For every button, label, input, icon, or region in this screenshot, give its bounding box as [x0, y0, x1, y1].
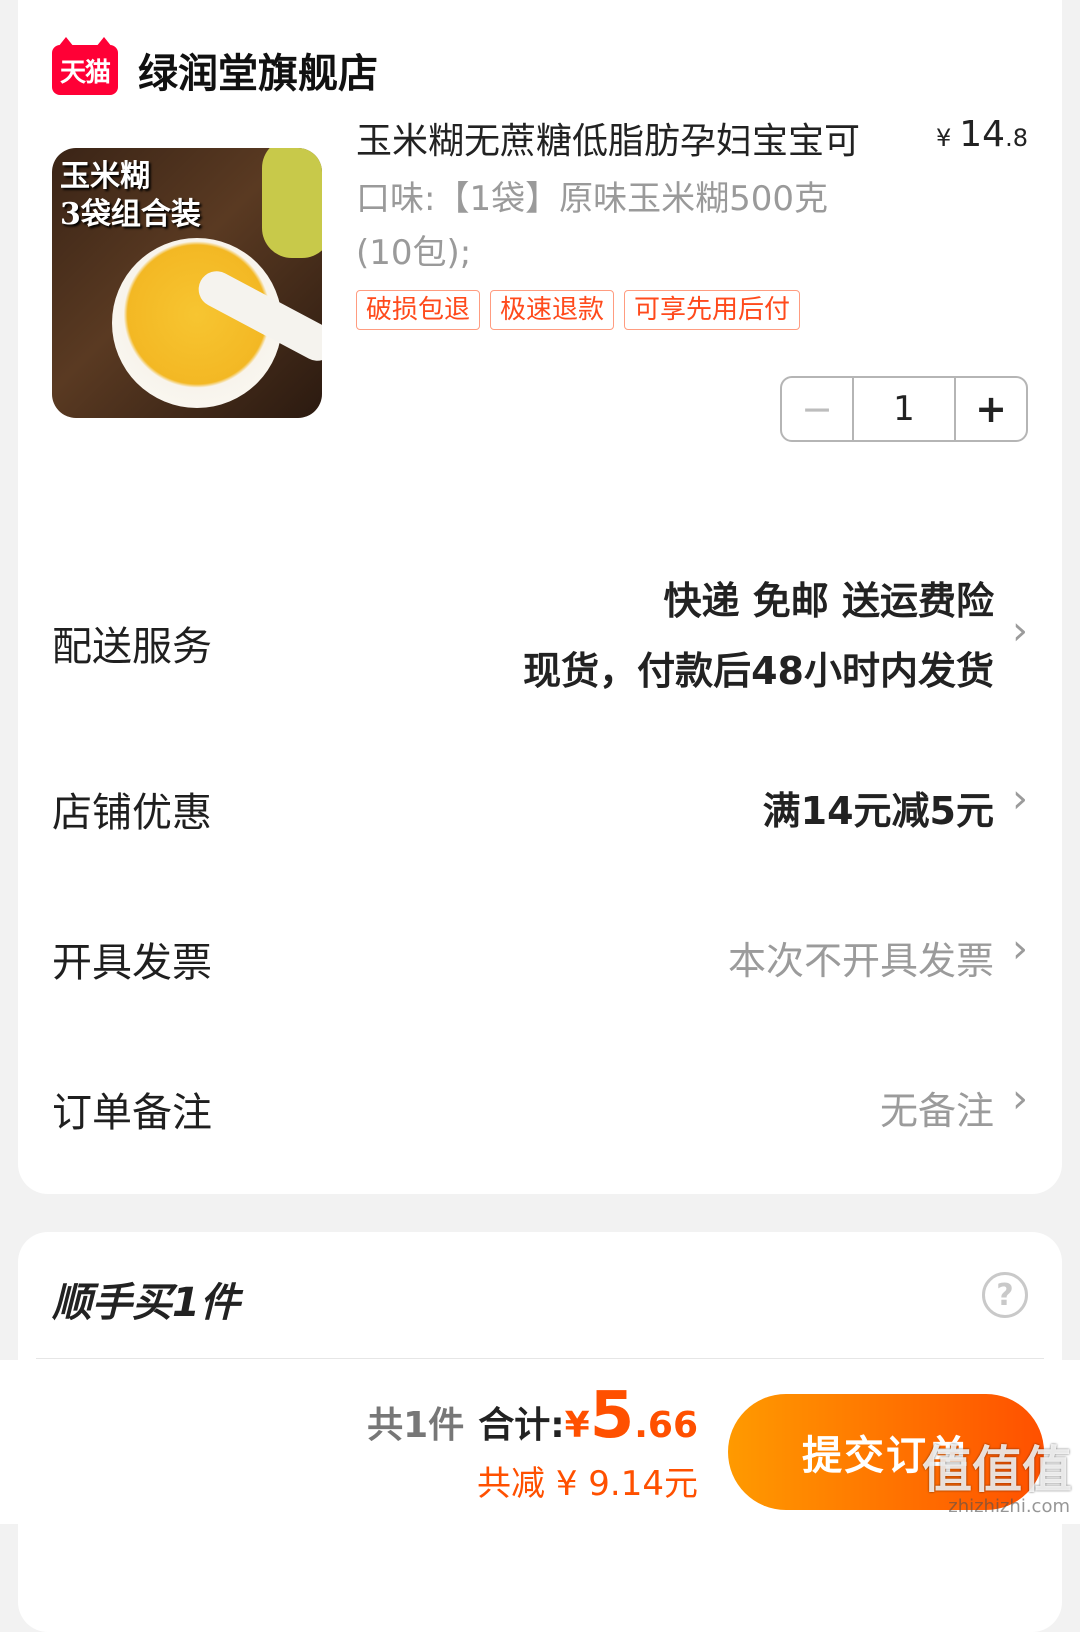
price-decimal: .8	[1005, 124, 1028, 152]
order-card: 天猫 绿润堂旗舰店 玉米糊 3袋组合装 玉米糊无蔗糖低脂肪孕妇宝宝可 ¥ 14 …	[18, 0, 1062, 1194]
price-integer: 14	[959, 114, 1006, 155]
watermark-logo: 值值值	[922, 1441, 1072, 1499]
store-discount-value: 满14元减5元	[762, 789, 994, 833]
add-on-title: 顺手买1件	[52, 1280, 240, 1326]
product-image-caption-line1: 玉米糊	[60, 159, 150, 194]
invoice-value: 本次不开具发票	[727, 939, 994, 983]
order-note-value: 无备注	[879, 1089, 994, 1133]
delivery-label: 配送服务	[52, 624, 212, 670]
help-icon[interactable]: ?	[982, 1272, 1028, 1318]
quantity-stepper: − 1 +	[780, 376, 1028, 442]
chevron-right-icon: ›	[1012, 926, 1028, 972]
tmall-logo: 天猫	[52, 37, 118, 95]
item-count: 共1件	[367, 1405, 465, 1446]
chevron-right-icon: ›	[1012, 1076, 1028, 1122]
quantity-input[interactable]: 1	[854, 378, 954, 440]
service-tags: 破损包退 极速退款 可享先用后付	[356, 290, 801, 330]
store-header[interactable]: 天猫 绿润堂旗舰店	[52, 37, 378, 100]
product-title[interactable]: 玉米糊无蔗糖低脂肪孕妇宝宝可	[356, 112, 926, 164]
total-decimal: .66	[634, 1405, 698, 1446]
chevron-right-icon: ›	[1012, 776, 1028, 822]
price-currency: ¥	[936, 124, 952, 152]
tag-fast-refund: 极速退款	[490, 290, 615, 330]
invoice-label: 开具发票	[52, 940, 212, 986]
order-summary: 共1件 合计: ¥ 5 .66 共减 ¥ 9.14元	[367, 1379, 698, 1505]
total-currency: ¥	[564, 1405, 590, 1446]
store-name[interactable]: 绿润堂旗舰店	[138, 41, 378, 99]
order-note-label: 订单备注	[52, 1090, 212, 1136]
store-discount-row[interactable]: 店铺优惠 满14元减5元 ›	[52, 776, 1028, 840]
total-discount[interactable]: 共减 ¥ 9.14元	[367, 1456, 698, 1505]
store-discount-label: 店铺优惠	[52, 790, 212, 836]
watermark-url: zhizhizhi.com	[948, 1496, 1070, 1517]
divider	[36, 1358, 1044, 1359]
checkout-bar: 共1件 合计: ¥ 5 .66 共减 ¥ 9.14元 提交订单 值值值 zhiz…	[0, 1360, 1080, 1524]
product-price: ¥ 14 .8	[936, 114, 1028, 155]
order-note-row[interactable]: 订单备注 无备注 ›	[52, 1076, 1028, 1140]
tag-pay-later: 可享先用后付	[624, 290, 801, 330]
product-image[interactable]: 玉米糊 3袋组合装	[52, 148, 322, 418]
product-image-caption: 玉米糊 3袋组合装	[60, 158, 201, 234]
delivery-row[interactable]: 配送服务 快递 免邮 送运费险 现货，付款后48小时内发货 ›	[52, 570, 1028, 710]
chevron-right-icon: ›	[1012, 608, 1028, 654]
corn-graphic	[262, 148, 322, 258]
product-spec[interactable]: 口味:【1袋】原味玉米糊500克(10包);	[356, 172, 876, 280]
delivery-time: 现货，付款后48小时内发货	[523, 649, 994, 693]
invoice-row[interactable]: 开具发票 本次不开具发票 ›	[52, 926, 1028, 990]
increase-quantity-button[interactable]: +	[954, 378, 1026, 440]
delivery-method: 快递 免邮 送运费险	[663, 579, 994, 623]
decrease-quantity-button[interactable]: −	[782, 378, 854, 440]
tag-damage-return: 破损包退	[356, 290, 481, 330]
total-label: 合计:	[478, 1405, 565, 1446]
product-image-caption-line2: 3袋组合装	[60, 197, 201, 232]
total-integer: 5	[589, 1379, 635, 1453]
